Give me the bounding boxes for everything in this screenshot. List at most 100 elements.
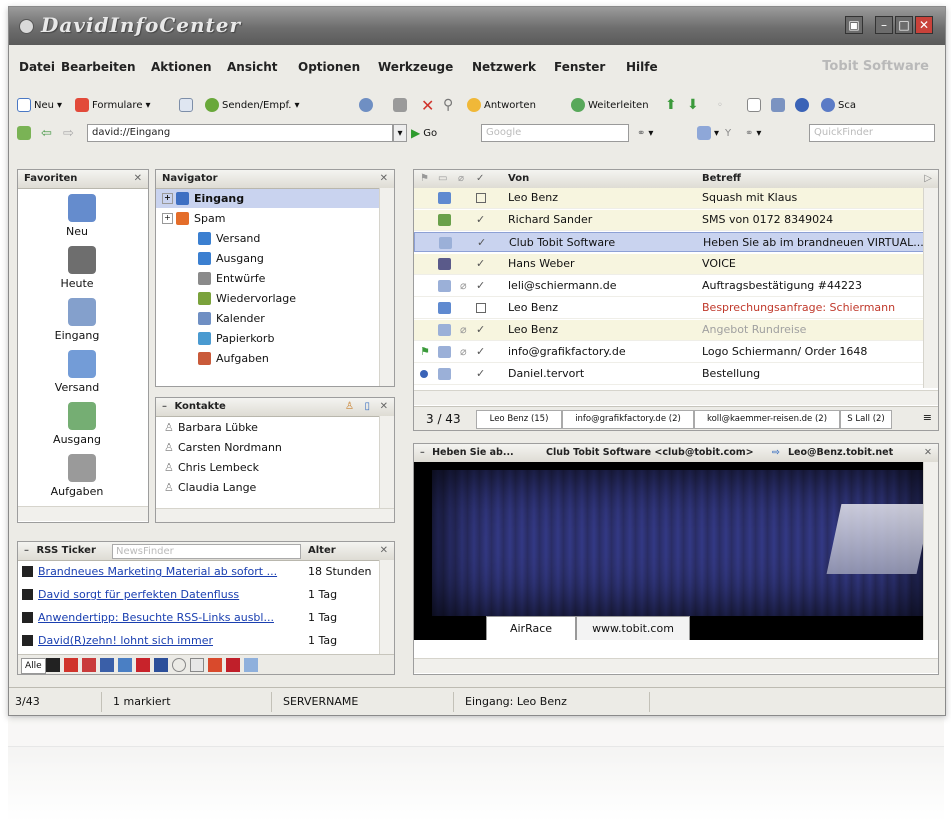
expand-icon[interactable]: + — [162, 213, 173, 224]
mail-row[interactable]: Leo Benz Besprechungsanfrage: Schiermann — [414, 298, 926, 319]
calendar-view-button[interactable] — [747, 95, 761, 115]
close-icon[interactable]: ✕ — [380, 398, 388, 416]
restore-button[interactable]: ▣ — [845, 16, 863, 34]
navigator-item-0[interactable]: + Eingang — [156, 189, 382, 208]
contact-tab[interactable]: S Lall (2) — [840, 410, 892, 429]
contact-tab[interactable]: info@grafikfactory.de (2) — [562, 410, 694, 429]
feed-icon-5[interactable] — [118, 658, 132, 672]
forms-button[interactable]: Formulare ▾ — [75, 95, 151, 115]
contact-item[interactable]: ♙ Chris Lembeck — [156, 458, 380, 477]
navigator-item-5[interactable]: Wiedervorlage — [156, 289, 382, 308]
rss-item[interactable]: David sorgt für perfekten Datenfluss 1 Ta… — [18, 585, 380, 605]
favorite-versand-label[interactable]: Versand — [18, 381, 136, 394]
feed-icon-11[interactable] — [226, 658, 240, 672]
address-dropdown[interactable]: ▾ — [393, 124, 407, 142]
feed-icon-8[interactable] — [172, 658, 186, 672]
photo-button[interactable] — [771, 95, 785, 115]
feed-icon-3[interactable] — [82, 658, 96, 672]
collapse-icon[interactable]: – — [420, 447, 425, 458]
flag-icon[interactable]: ⚑ — [420, 342, 430, 362]
address-field[interactable]: david://Eingang — [87, 124, 393, 142]
navigator-item-6[interactable]: Kalender — [156, 309, 382, 328]
feed-icon-9[interactable] — [190, 658, 204, 672]
from-column-header[interactable]: Von — [508, 170, 529, 188]
contact-tab[interactable]: koll@kaemmer-reisen.de (2) — [694, 410, 840, 429]
close-icon[interactable]: ✕ — [380, 170, 388, 188]
feed-icon-1[interactable] — [46, 658, 60, 672]
send-receive-button[interactable]: Senden/Empf. ▾ — [205, 95, 299, 115]
menu-netzwerk[interactable]: Netzwerk — [472, 60, 536, 74]
feed-icon-10[interactable] — [208, 658, 222, 672]
address-book-icon[interactable]: ▯ — [364, 398, 370, 416]
sync-button[interactable] — [359, 95, 373, 115]
contact-item[interactable]: ♙ Carsten Nordmann — [156, 438, 380, 457]
rss-item[interactable]: Brandneues Marketing Material ab sofort … — [18, 562, 380, 582]
view-options-button[interactable]: ▾ — [697, 123, 719, 143]
navigator-item-2[interactable]: Versand — [156, 229, 382, 248]
new-button[interactable]: Neu ▾ — [17, 95, 62, 115]
filter-all-button[interactable]: Alle — [21, 658, 46, 674]
go-button[interactable]: ▶ Go — [411, 123, 437, 143]
read-column-icon[interactable]: ✓ — [476, 170, 484, 188]
filter-button[interactable]: Y — [725, 123, 731, 143]
favorite-ausgang-label[interactable]: Ausgang — [18, 433, 136, 446]
calendar-button[interactable] — [179, 95, 193, 115]
mail-row[interactable]: Leo Benz Squash mit Klaus — [414, 188, 926, 209]
flag-column-icon[interactable]: ⚑ — [420, 170, 429, 188]
navigator-item-7[interactable]: Papierkorb — [156, 329, 382, 348]
find-options-button[interactable]: ⚭ ▾ — [745, 123, 761, 143]
collapse-icon[interactable]: – — [162, 401, 167, 412]
type-column-icon[interactable]: ▭ — [438, 170, 447, 188]
rss-vscroll[interactable] — [379, 560, 394, 654]
menu-optionen[interactable]: Optionen — [298, 60, 360, 74]
close-icon[interactable]: ✕ — [924, 444, 932, 462]
person-icon[interactable]: ♙ — [345, 398, 354, 416]
mail-hscroll[interactable] — [414, 390, 938, 405]
favorite-heute-label[interactable]: Heute — [18, 277, 136, 290]
mail-row[interactable]: ⚑ ⌀ ✓ info@grafikfactory.de Logo Schiermann/… — [414, 342, 926, 363]
tab-menu-icon[interactable]: ≡ — [923, 411, 932, 424]
navigator-item-8[interactable]: Aufgaben — [156, 349, 382, 368]
rss-item[interactable]: David(R)zehn! lohnt sich immer 1 Tag — [18, 631, 380, 651]
scan-button[interactable]: Sca — [821, 95, 856, 115]
feed-icon-6[interactable] — [136, 658, 150, 672]
favorite-aufgaben-label[interactable]: Aufgaben — [18, 485, 136, 498]
minimize-button[interactable]: – — [875, 16, 893, 34]
contacts-vscroll[interactable] — [379, 416, 394, 508]
age-column-header[interactable]: Alter — [308, 542, 336, 560]
help-button[interactable] — [795, 95, 809, 115]
quickfinder-input[interactable]: QuickFinder — [809, 124, 935, 142]
menu-bearbeiten[interactable]: Bearbeiten — [61, 60, 136, 74]
rss-item-title[interactable]: David(R)zehn! lohnt sich immer — [38, 631, 213, 651]
up-button[interactable]: ⬆ — [665, 95, 677, 115]
collapse-icon[interactable]: – — [24, 545, 29, 556]
mail-row[interactable]: ⌀ ✓ Leo Benz Angebot Rundreise — [414, 320, 926, 341]
preview-hscroll[interactable] — [414, 658, 938, 673]
forward-nav-button[interactable]: ⇨ — [63, 123, 74, 143]
close-button[interactable]: ✕ — [915, 16, 933, 34]
favorite-neu-label[interactable]: Neu — [18, 225, 136, 238]
delete-button[interactable]: ✕ — [421, 95, 434, 115]
menu-fenster[interactable]: Fenster — [554, 60, 605, 74]
favorite-eingang-label[interactable]: Eingang — [18, 329, 136, 342]
mail-row[interactable]: ✓ Club Tobit Software Heben Sie ab im bran… — [414, 232, 926, 252]
newsfinder-input[interactable]: NewsFinder — [112, 544, 301, 559]
contact-tab[interactable]: Leo Benz (15) — [476, 410, 562, 429]
flag-button[interactable]: ◦ — [717, 95, 723, 115]
navigator-vscroll[interactable] — [379, 188, 394, 386]
favorites-hscroll[interactable] — [18, 506, 148, 521]
contact-item[interactable]: ♙ Barbara Lübke — [156, 418, 380, 437]
expand-icon[interactable]: + — [162, 193, 173, 204]
search-button[interactable]: ⚲ — [443, 95, 453, 115]
menu-werkzeuge[interactable]: Werkzeuge — [378, 60, 453, 74]
close-icon[interactable]: ✕ — [380, 542, 388, 560]
rss-item-title[interactable]: Brandneues Marketing Material ab sofort … — [38, 562, 277, 582]
move-button[interactable] — [393, 95, 407, 115]
navigator-item-3[interactable]: Ausgang — [156, 249, 382, 268]
contact-item[interactable]: ♙ Claudia Lange — [156, 478, 380, 497]
mail-row[interactable]: ✓ Daniel.tervort Bestellung — [414, 364, 926, 385]
contacts-hscroll[interactable] — [156, 508, 394, 522]
close-icon[interactable]: ✕ — [134, 170, 142, 188]
mail-row[interactable]: ⌀ ✓ leli@schiermann.de Auftragsbestätigung … — [414, 276, 926, 297]
reply-button[interactable]: Antworten — [467, 95, 536, 115]
